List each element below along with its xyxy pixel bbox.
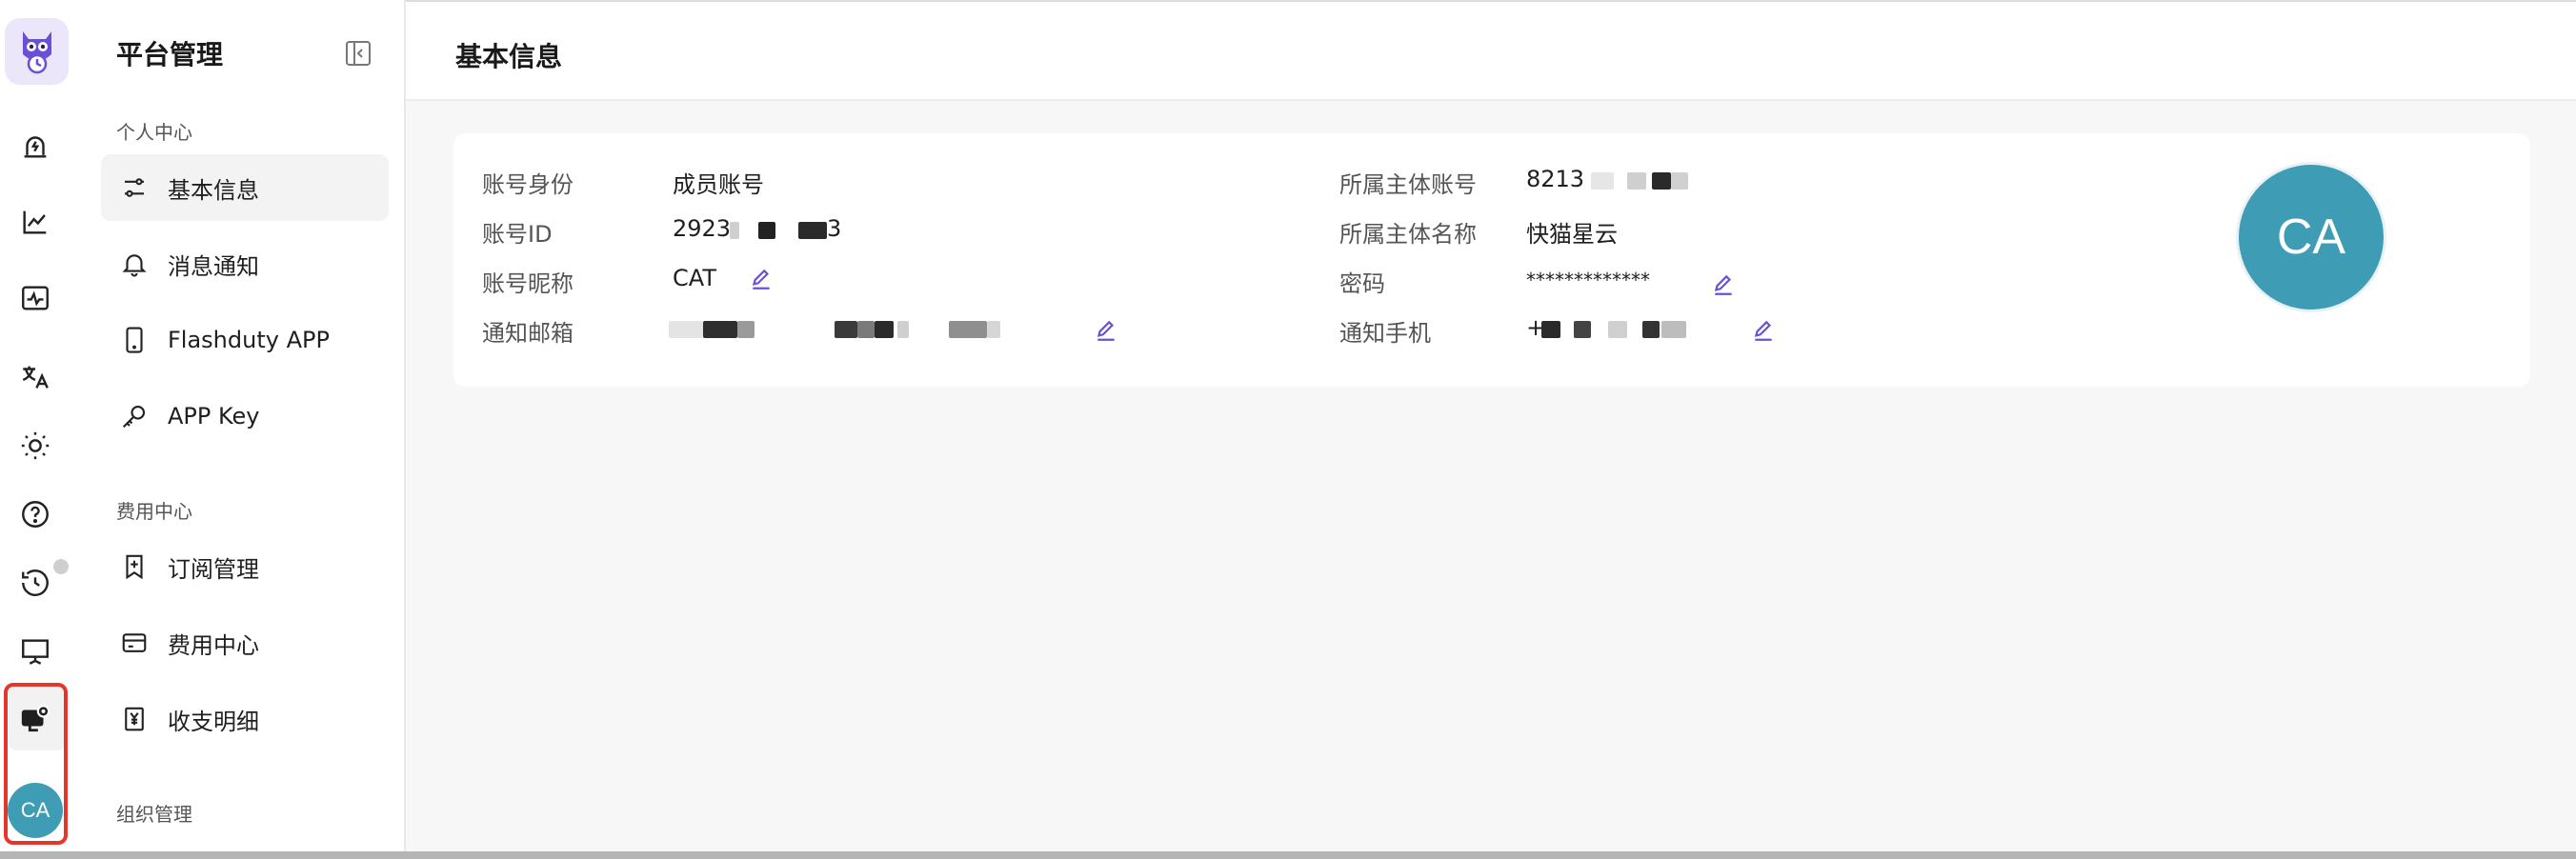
- parent-name-value: 快猫星云: [1526, 221, 1618, 248]
- page-title: 基本信息: [455, 41, 563, 72]
- presentation-icon[interactable]: [16, 632, 54, 670]
- incident-alarm-icon[interactable]: [16, 127, 54, 165]
- translate-icon[interactable]: [16, 358, 54, 396]
- sidebar-item-notifications[interactable]: 消息通知: [101, 230, 389, 297]
- main-content: 基本信息 账号身份 成员账号 账号ID 2923 3 账号昵称 CAT 通知邮箱…: [406, 0, 2576, 859]
- phone-icon: [118, 324, 151, 356]
- redaction-block: [1652, 172, 1671, 190]
- user-avatar[interactable]: CA: [8, 783, 63, 838]
- redaction-block: [703, 321, 737, 338]
- sidebar-item-billing-center[interactable]: 费用中心: [101, 609, 389, 676]
- help-icon[interactable]: [16, 495, 54, 533]
- sidebar-item-transactions[interactable]: 收支明细: [101, 686, 389, 752]
- redaction-block: [949, 321, 987, 338]
- notify-email-label: 通知邮箱: [482, 320, 574, 347]
- edit-password-icon[interactable]: [1711, 272, 1736, 297]
- sidebar: 平台管理 个人中心 基本信息 消息通知 Flashduty APP APP Ke…: [84, 0, 406, 859]
- password-value: *************: [1526, 269, 1650, 291]
- section-label-organization: 组织管理: [116, 803, 192, 826]
- yuan-receipt-icon: [118, 703, 151, 735]
- section-label-personal: 个人中心: [116, 121, 192, 144]
- redaction-block: [1574, 321, 1591, 338]
- edit-nickname-icon[interactable]: [749, 267, 774, 291]
- sidebar-item-basic-info[interactable]: 基本信息: [101, 154, 389, 221]
- sidebar-item-label: 基本信息: [168, 176, 259, 204]
- redaction-block: [1642, 321, 1660, 338]
- account-role-label: 账号身份: [482, 171, 574, 198]
- sidebar-item-label: 收支明细: [168, 708, 259, 735]
- page-header: 基本信息: [406, 0, 2576, 101]
- redaction-block: [897, 321, 909, 338]
- notification-dot: [53, 559, 69, 574]
- redaction-block: [730, 222, 739, 239]
- edit-email-icon[interactable]: [1094, 318, 1118, 343]
- parent-account-label: 所属主体账号: [1339, 171, 1477, 198]
- redaction-block: [857, 321, 875, 338]
- monitor-pulse-icon[interactable]: [16, 279, 54, 317]
- sidebar-item-app-key[interactable]: APP Key: [101, 383, 389, 449]
- collapse-sidebar-icon[interactable]: [343, 38, 373, 69]
- owl-logo-icon[interactable]: [5, 18, 69, 85]
- password-label: 密码: [1339, 270, 1385, 297]
- sidebar-item-subscriptions[interactable]: 订阅管理: [101, 533, 389, 600]
- nickname-label: 账号昵称: [482, 270, 574, 297]
- profile-avatar[interactable]: CA: [2239, 165, 2384, 310]
- parent-name-label: 所属主体名称: [1339, 221, 1477, 248]
- profile-card: 账号身份 成员账号 账号ID 2923 3 账号昵称 CAT 通知邮箱 所属主体…: [453, 133, 2530, 387]
- sidebar-title: 平台管理: [116, 39, 224, 70]
- account-id-value: 2923: [673, 215, 732, 242]
- icon-rail: CA: [0, 0, 85, 859]
- account-id-suffix: 3: [827, 215, 842, 242]
- credit-card-icon: [118, 627, 151, 659]
- bookmark-plus-icon: [118, 550, 151, 583]
- parent-account-value: 8213: [1526, 166, 1585, 192]
- history-icon[interactable]: [16, 564, 54, 602]
- redaction-block: [1591, 172, 1614, 190]
- theme-sun-icon[interactable]: [16, 427, 54, 465]
- sidebar-item-label: Flashduty APP: [168, 327, 330, 353]
- account-role-value: 成员账号: [673, 171, 764, 198]
- nickname-value: CAT: [673, 265, 716, 291]
- redaction-block: [1608, 321, 1627, 338]
- redaction-block: [1627, 172, 1646, 190]
- account-id-label: 账号ID: [482, 221, 553, 248]
- sidebar-item-flashduty-app[interactable]: Flashduty APP: [101, 307, 389, 373]
- redaction-block: [758, 222, 775, 239]
- edit-phone-icon[interactable]: [1751, 318, 1776, 343]
- redaction-block: [798, 222, 827, 239]
- redaction-block: [875, 321, 894, 338]
- redaction-block: [1671, 172, 1688, 190]
- notify-phone-label: 通知手机: [1339, 320, 1431, 347]
- redaction-block: [987, 321, 1000, 338]
- sliders-icon: [118, 171, 151, 204]
- redaction-block: [1661, 321, 1686, 338]
- redaction-block: [835, 321, 857, 338]
- sidebar-item-label: 费用中心: [168, 631, 259, 659]
- bell-icon: [118, 248, 151, 280]
- redaction-block: [737, 321, 755, 338]
- sidebar-item-label: 消息通知: [168, 252, 259, 280]
- sidebar-item-label: 订阅管理: [168, 555, 259, 583]
- redaction-block: [1541, 321, 1560, 338]
- section-label-billing: 费用中心: [116, 500, 192, 523]
- sidebar-item-label: APP Key: [168, 403, 260, 430]
- redaction-block: [669, 321, 703, 338]
- bottom-edge: [0, 851, 2576, 859]
- analytics-chart-icon[interactable]: [16, 203, 54, 241]
- key-icon: [118, 400, 151, 432]
